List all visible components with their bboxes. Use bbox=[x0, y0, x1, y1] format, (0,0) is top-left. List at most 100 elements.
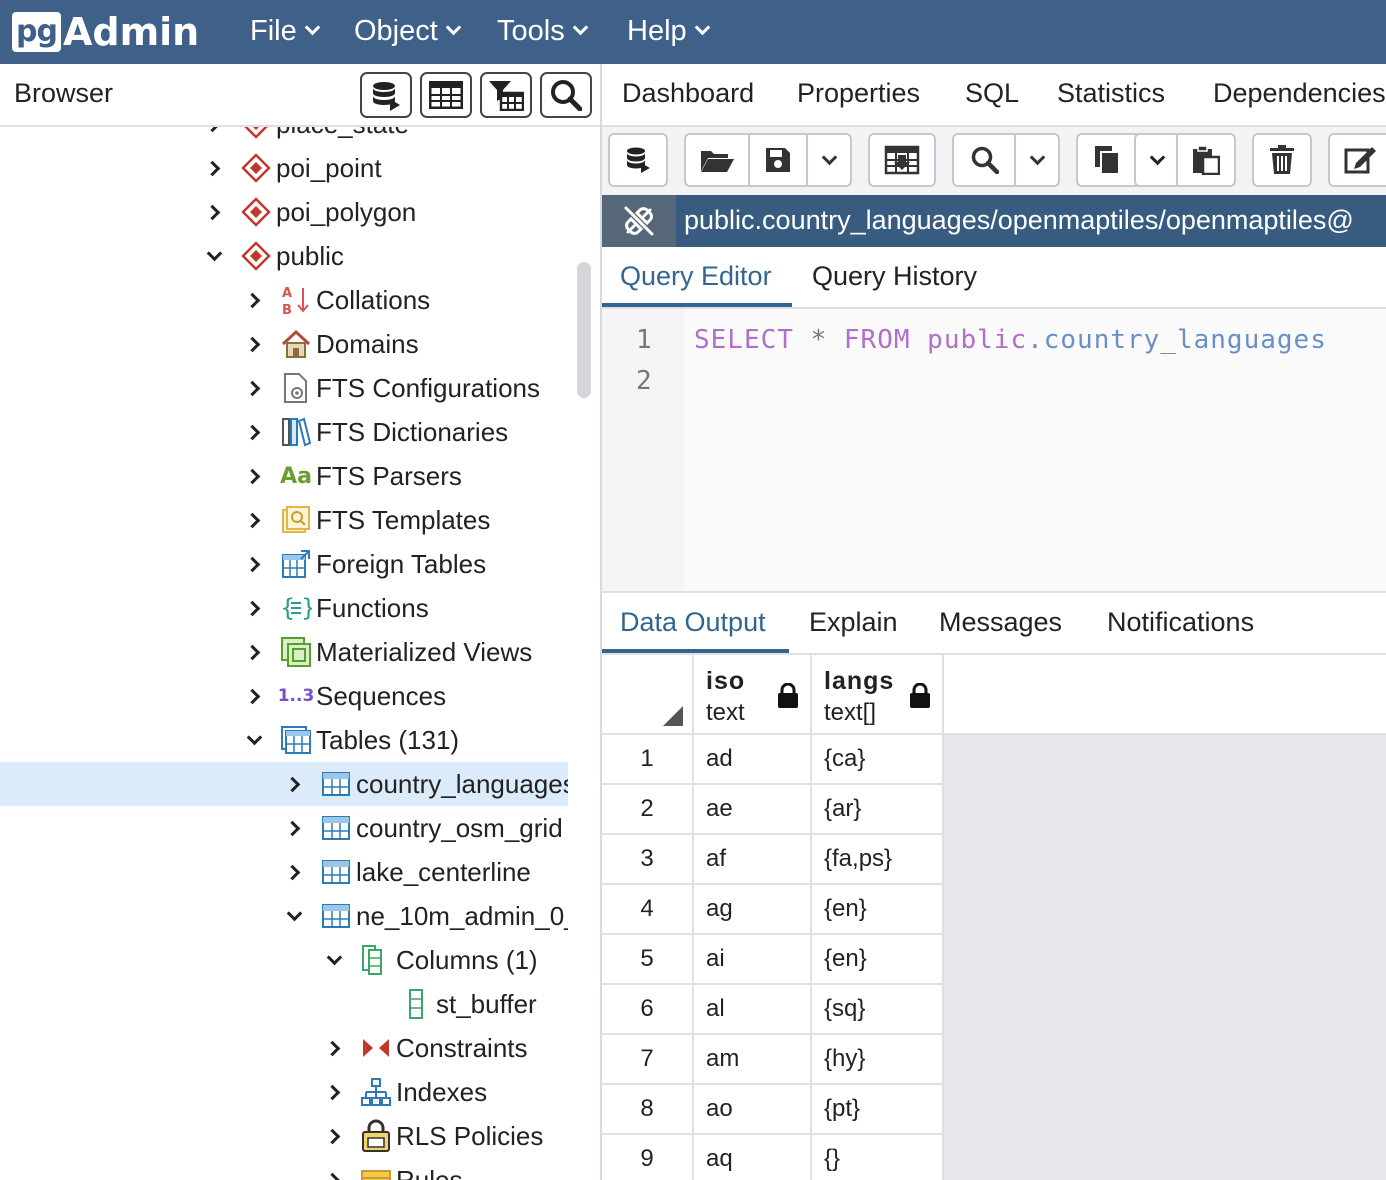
menu-help[interactable]: Help bbox=[627, 14, 710, 48]
menu-object[interactable]: Object bbox=[354, 14, 462, 48]
expand-toggle-closed[interactable] bbox=[244, 598, 264, 618]
tree-item-st-buffer[interactable]: st_buffer bbox=[0, 982, 568, 1026]
iso-cell[interactable]: am bbox=[694, 1035, 812, 1085]
tree-item-country-languages[interactable]: country_languages bbox=[0, 762, 568, 806]
tree-scrollbar-thumb[interactable] bbox=[577, 262, 591, 398]
tree-item-rules[interactable]: Rules bbox=[0, 1158, 568, 1180]
sql-editor[interactable]: 1 2 SELECT * FROM public.country_languag… bbox=[602, 309, 1386, 591]
tree-item-fts-dictionaries[interactable]: FTS Dictionaries bbox=[0, 410, 568, 454]
tree-item-country-osm-grid[interactable]: country_osm_grid bbox=[0, 806, 568, 850]
paste-button[interactable] bbox=[1176, 133, 1236, 187]
iso-cell[interactable]: aq bbox=[694, 1135, 812, 1180]
copy-dropdown-button[interactable] bbox=[1134, 133, 1180, 187]
expand-toggle-closed[interactable] bbox=[244, 334, 264, 354]
langs-cell[interactable]: {sq} bbox=[812, 985, 944, 1035]
row-number-cell[interactable]: 4 bbox=[602, 885, 694, 935]
expand-toggle-closed[interactable] bbox=[204, 158, 224, 178]
row-number-cell[interactable]: 8 bbox=[602, 1085, 694, 1135]
langs-cell[interactable]: {ca} bbox=[812, 735, 944, 785]
row-number-cell[interactable]: 6 bbox=[602, 985, 694, 1035]
column-header-iso[interactable]: iso text bbox=[694, 655, 812, 735]
expand-toggle-closed[interactable] bbox=[204, 202, 224, 222]
view-data-button[interactable] bbox=[420, 72, 472, 118]
expand-toggle-closed[interactable] bbox=[244, 510, 264, 530]
tree-item-fts-parsers[interactable]: Aa FTS Parsers bbox=[0, 454, 568, 498]
expand-toggle-open[interactable] bbox=[244, 729, 264, 750]
tree-item-ne-10m-admin-0[interactable]: ne_10m_admin_0_ bbox=[0, 894, 568, 938]
expand-toggle-closed[interactable] bbox=[244, 642, 264, 662]
sql-code-line[interactable]: SELECT * FROM public.country_languages bbox=[694, 325, 1327, 355]
tree-item-rls-policies[interactable]: RLS Policies bbox=[0, 1114, 568, 1158]
tab-notifications[interactable]: Notifications bbox=[1107, 607, 1254, 638]
row-number-cell[interactable]: 9 bbox=[602, 1135, 694, 1180]
expand-toggle-closed[interactable] bbox=[324, 1038, 344, 1058]
save-dropdown-button[interactable] bbox=[806, 133, 852, 187]
tab-query-history[interactable]: Query History bbox=[812, 261, 977, 292]
expand-toggle-closed[interactable] bbox=[244, 554, 264, 574]
iso-cell[interactable]: al bbox=[694, 985, 812, 1035]
tree-item-fts-templates[interactable]: FTS Templates bbox=[0, 498, 568, 542]
langs-cell[interactable]: {pt} bbox=[812, 1085, 944, 1135]
iso-cell[interactable]: ag bbox=[694, 885, 812, 935]
row-number-cell[interactable]: 7 bbox=[602, 1035, 694, 1085]
database-button[interactable] bbox=[608, 133, 668, 187]
expand-toggle-closed[interactable] bbox=[244, 686, 264, 706]
connection-status-button[interactable] bbox=[602, 195, 676, 247]
tree-item-columns-1[interactable]: Columns (1) bbox=[0, 938, 568, 982]
save-button[interactable] bbox=[748, 133, 808, 187]
iso-cell[interactable]: ai bbox=[694, 935, 812, 985]
expand-toggle-closed[interactable] bbox=[324, 1170, 344, 1180]
find-button[interactable] bbox=[952, 133, 1018, 187]
expand-toggle-open[interactable] bbox=[284, 905, 304, 926]
tree-item-fts-configurations[interactable]: FTS Configurations bbox=[0, 366, 568, 410]
expand-toggle-closed[interactable] bbox=[284, 862, 304, 882]
expand-toggle-closed[interactable] bbox=[244, 290, 264, 310]
edit-button[interactable] bbox=[1328, 133, 1386, 187]
expand-toggle-open[interactable] bbox=[324, 949, 344, 970]
tab-properties[interactable]: Properties bbox=[797, 78, 920, 109]
expand-toggle-closed[interactable] bbox=[244, 422, 264, 442]
tab-data-output[interactable]: Data Output bbox=[620, 607, 766, 638]
tab-sql[interactable]: SQL bbox=[965, 78, 1019, 109]
langs-cell[interactable]: {hy} bbox=[812, 1035, 944, 1085]
save-data-button[interactable] bbox=[868, 133, 936, 187]
tree-item-tables-131[interactable]: Tables (131) bbox=[0, 718, 568, 762]
pgadmin-logo[interactable]: pg Admin bbox=[12, 10, 199, 54]
tree-item-indexes[interactable]: Indexes bbox=[0, 1070, 568, 1114]
expand-toggle-closed[interactable] bbox=[284, 774, 304, 794]
expand-toggle-open[interactable] bbox=[204, 245, 224, 266]
filtered-rows-button[interactable] bbox=[480, 72, 532, 118]
column-header-langs[interactable]: langs text[] bbox=[812, 655, 944, 735]
delete-button[interactable] bbox=[1252, 133, 1312, 187]
expand-toggle-closed[interactable] bbox=[204, 127, 224, 134]
expand-toggle-closed[interactable] bbox=[284, 818, 304, 838]
iso-cell[interactable]: af bbox=[694, 835, 812, 885]
search-objects-button[interactable] bbox=[540, 72, 592, 118]
tree-item-collations[interactable]: A B Collations bbox=[0, 278, 568, 322]
tab-statistics[interactable]: Statistics bbox=[1057, 78, 1165, 109]
tree-item-lake-centerline[interactable]: lake_centerline bbox=[0, 850, 568, 894]
tree-item-poi-polygon[interactable]: poi_polygon bbox=[0, 190, 568, 234]
row-number-cell[interactable]: 1 bbox=[602, 735, 694, 785]
tab-dashboard[interactable]: Dashboard bbox=[622, 78, 754, 109]
iso-cell[interactable]: ae bbox=[694, 785, 812, 835]
tree-item-constraints[interactable]: Constraints bbox=[0, 1026, 568, 1070]
query-tool-button[interactable] bbox=[360, 72, 412, 118]
tab-explain[interactable]: Explain bbox=[809, 607, 898, 638]
tab-dependencies[interactable]: Dependencies bbox=[1213, 78, 1386, 109]
row-number-cell[interactable]: 5 bbox=[602, 935, 694, 985]
copy-button[interactable] bbox=[1076, 133, 1138, 187]
tree-item-foreign-tables[interactable]: Foreign Tables bbox=[0, 542, 568, 586]
grid-corner-header[interactable] bbox=[602, 655, 694, 735]
find-dropdown-button[interactable] bbox=[1014, 133, 1060, 187]
expand-toggle-closed[interactable] bbox=[244, 466, 264, 486]
open-file-button[interactable] bbox=[684, 133, 750, 187]
expand-toggle-closed[interactable] bbox=[324, 1082, 344, 1102]
langs-cell[interactable]: {fa,ps} bbox=[812, 835, 944, 885]
tree-item-sequences[interactable]: 1..3 Sequences bbox=[0, 674, 568, 718]
tree-item-place-state[interactable]: place_state bbox=[0, 127, 568, 146]
iso-cell[interactable]: ad bbox=[694, 735, 812, 785]
row-number-cell[interactable]: 3 bbox=[602, 835, 694, 885]
tree-item-materialized-views[interactable]: Materialized Views bbox=[0, 630, 568, 674]
tab-query-editor[interactable]: Query Editor bbox=[620, 261, 772, 292]
